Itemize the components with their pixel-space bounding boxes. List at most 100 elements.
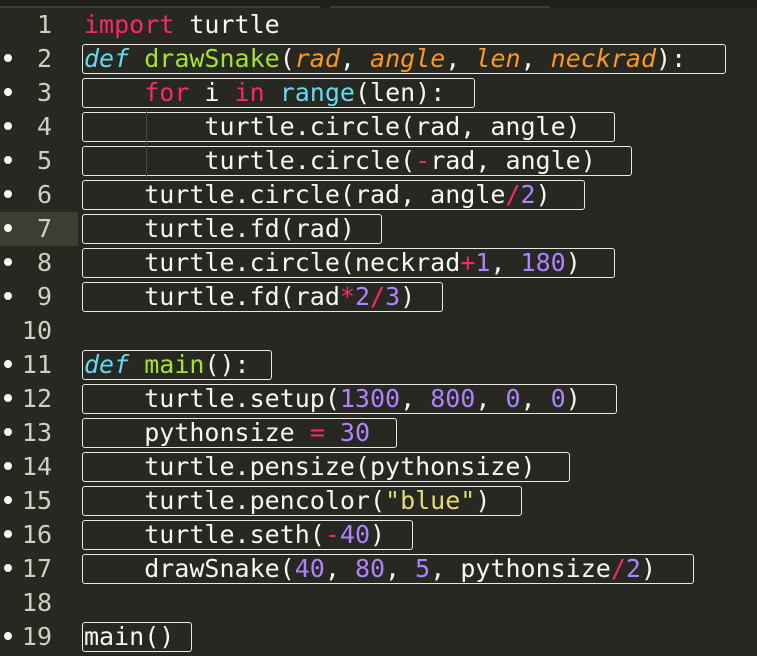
modified-dot-icon (4, 258, 12, 266)
code-editor[interactable]: 1 import turtle 2 def drawSnake(rad, angle,… (0, 0, 757, 656)
modified-dot-icon (4, 122, 12, 130)
code-text[interactable]: pythonsize = 30 (84, 416, 370, 450)
code-text[interactable]: turtle.fd(rad) (84, 212, 355, 246)
gutter[interactable]: 9 (0, 280, 78, 314)
code-token: main() (84, 622, 175, 651)
gutter[interactable]: 13 (0, 416, 78, 450)
line-number: 15 (21, 486, 52, 515)
code-token: , (324, 554, 355, 583)
code-token: pythonsize (84, 418, 310, 447)
code-token: , (400, 384, 431, 413)
code-line[interactable]: 1 import turtle (0, 8, 757, 42)
gutter[interactable]: 17 (0, 552, 78, 586)
code-line[interactable]: 9 turtle.fd(rad*2/3) (0, 280, 757, 314)
code-token: ) (565, 384, 581, 413)
modified-dot-icon (4, 156, 12, 164)
code-text[interactable]: turtle.circle(rad, angle) (84, 110, 580, 144)
gutter[interactable]: 12 (0, 382, 78, 416)
code-token: ) (535, 180, 551, 209)
code-text[interactable]: turtle.circle(rad, angle/2) (84, 178, 551, 212)
gutter[interactable]: 19 (0, 620, 78, 654)
code-line[interactable]: 14 turtle.pensize(pythonsize) (0, 450, 757, 484)
gutter[interactable]: 11 (0, 348, 78, 382)
modified-dot-icon (4, 360, 12, 368)
code-token: , (445, 44, 476, 73)
code-line[interactable]: 19 main() (0, 620, 757, 654)
line-number: 14 (21, 452, 52, 481)
gutter[interactable]: 5 (0, 144, 78, 178)
code-line[interactable]: 18 (0, 586, 757, 620)
modified-dot-icon (4, 394, 12, 402)
code-line[interactable]: 10 (0, 314, 757, 348)
line-number: 6 (36, 180, 52, 209)
code-text[interactable]: main() (84, 620, 174, 654)
code-text[interactable]: turtle.circle(-rad, angle) (84, 144, 595, 178)
code-token: * (339, 282, 355, 311)
gutter[interactable]: 3 (0, 76, 78, 110)
code-token: turtle.fd(rad (84, 282, 340, 311)
gutter[interactable]: 16 (0, 518, 78, 552)
code-line[interactable]: 6 turtle.circle(rad, angle/2) (0, 178, 757, 212)
code-text[interactable]: import turtle (84, 8, 280, 42)
code-text[interactable]: turtle.circle(neckrad+1, 180) (84, 246, 581, 280)
gutter[interactable]: 15 (0, 484, 78, 518)
code-token: = (309, 418, 325, 447)
modified-dot-icon (4, 530, 12, 538)
code-token: , (520, 44, 551, 73)
code-token: turtle (174, 10, 280, 39)
line-number: 1 (36, 10, 52, 39)
code-token: rad (294, 44, 340, 73)
line-number: 8 (36, 248, 52, 277)
code-text[interactable]: turtle.fd(rad*2/3) (84, 280, 415, 314)
code-line[interactable]: 3 for i in range(len): (0, 76, 757, 110)
tab-edge-right (330, 0, 550, 8)
tab-edge-left (0, 0, 320, 8)
code-token: (): (204, 350, 250, 379)
code-text[interactable]: def main(): (84, 348, 250, 382)
code-line[interactable]: 5 turtle.circle(-rad, angle) (0, 144, 757, 178)
gutter[interactable]: 4 (0, 110, 78, 144)
gutter[interactable]: 18 (0, 586, 78, 620)
code-line[interactable]: 7 turtle.fd(rad) (0, 212, 757, 246)
code-token: angle (370, 44, 446, 73)
code-line[interactable]: 16 turtle.seth(-40) (0, 518, 757, 552)
gutter[interactable]: 14 (0, 450, 78, 484)
code-text[interactable]: turtle.pensize(pythonsize) (84, 450, 535, 484)
code-line[interactable]: 15 turtle.pencolor("blue") (0, 484, 757, 518)
gutter[interactable]: 7 (0, 212, 78, 246)
modified-dot-icon (4, 564, 12, 572)
code-token: len (475, 44, 521, 73)
code-text[interactable]: turtle.pencolor("blue") (84, 484, 490, 518)
code-token: , (339, 44, 371, 73)
gutter[interactable]: 2 (0, 42, 78, 76)
code-text[interactable]: def drawSnake(rad, angle, len, neckrad): (84, 42, 686, 76)
code-line[interactable]: 2 def drawSnake(rad, angle, len, neckrad)… (0, 42, 757, 76)
gutter[interactable]: 1 (0, 8, 78, 42)
code-token: turtle.setup( (84, 384, 340, 413)
code-text[interactable]: drawSnake(40, 80, 5, pythonsize/2) (84, 552, 656, 586)
code-text[interactable]: turtle.setup(1300, 800, 0, 0) (84, 382, 581, 416)
gutter[interactable]: 6 (0, 178, 78, 212)
code-line[interactable]: 13 pythonsize = 30 (0, 416, 757, 450)
line-number: 4 (36, 112, 52, 141)
code-token: turtle.pencolor( (84, 486, 386, 515)
code-token: 0 (505, 384, 521, 413)
code-line[interactable]: 17 drawSnake(40, 80, 5, pythonsize/2) (0, 552, 757, 586)
code-text[interactable]: turtle.seth(-40) (84, 518, 385, 552)
code-token: def (84, 350, 130, 379)
code-text[interactable]: for i in range(len): (84, 76, 445, 110)
code-token: / (610, 554, 626, 583)
code-token: in (234, 78, 265, 107)
line-number: 16 (21, 520, 52, 549)
code-line[interactable]: 4 turtle.circle(rad, angle) (0, 110, 757, 144)
code-line[interactable]: 8 turtle.circle(neckrad+1, 180) (0, 246, 757, 280)
code-line[interactable]: 11 def main(): (0, 348, 757, 382)
gutter[interactable]: 8 (0, 246, 78, 280)
gutter[interactable]: 10 (0, 314, 78, 348)
code-token: 2 (520, 180, 536, 209)
code-token: - (415, 146, 431, 175)
code-line[interactable]: 12 turtle.setup(1300, 800, 0, 0) (0, 382, 757, 416)
modified-dot-icon (4, 224, 12, 232)
